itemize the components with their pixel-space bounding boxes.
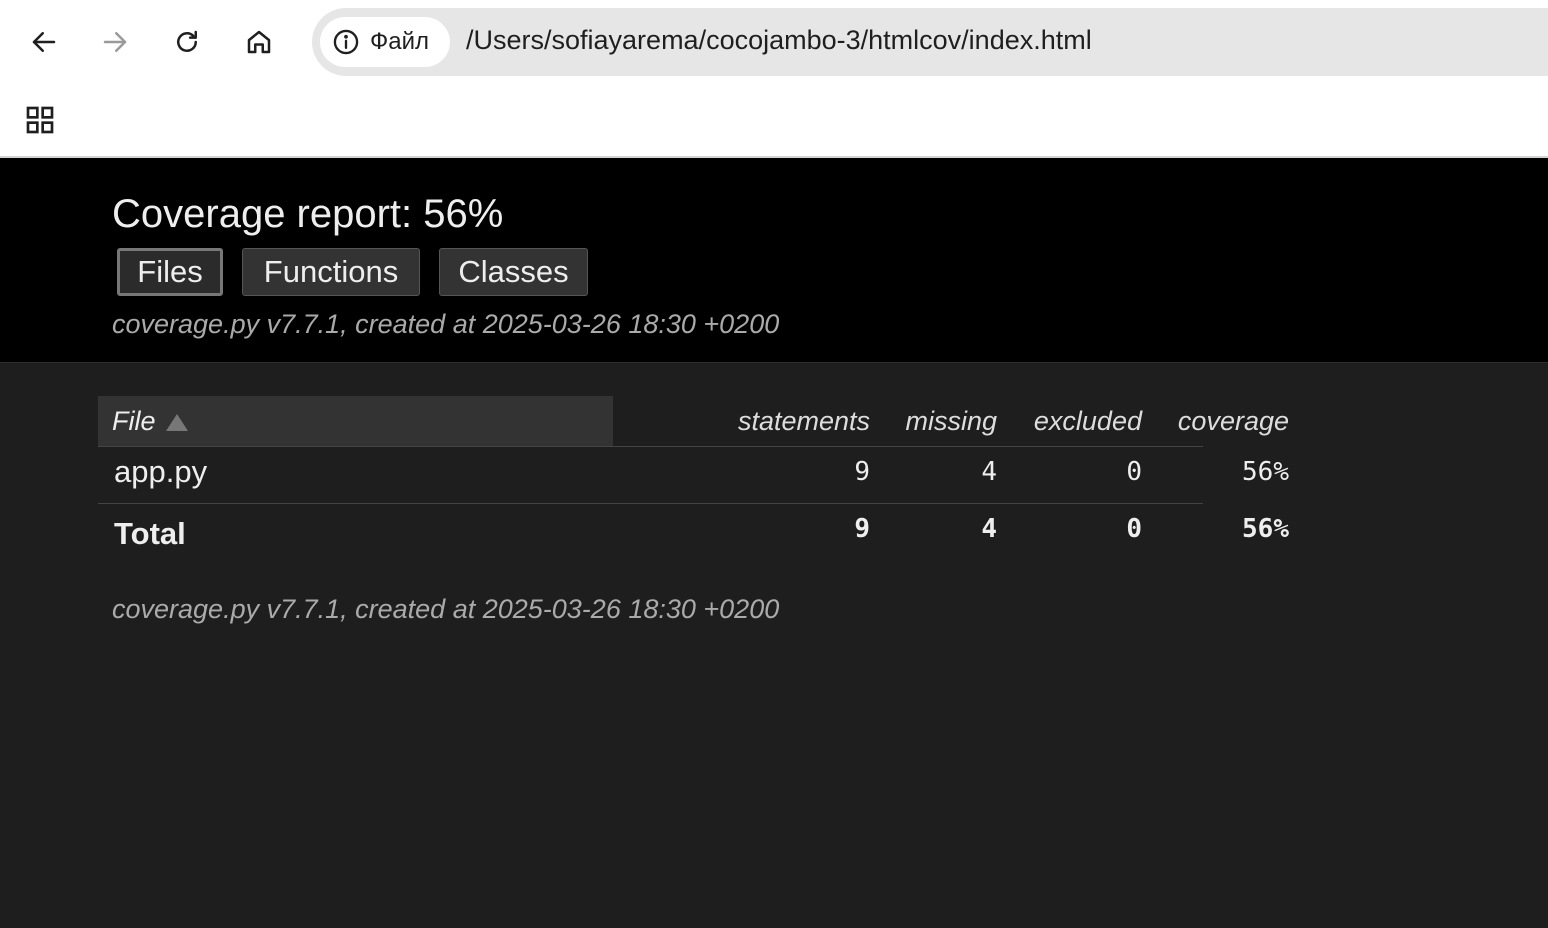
forward-icon (103, 32, 127, 52)
total-coverage-cell: 56% (1242, 514, 1289, 544)
address-bar[interactable]: Файл /Users/sofiayarema/cocojambo-3/html… (312, 8, 1548, 76)
column-header-coverage[interactable]: coverage (1142, 396, 1289, 446)
coverage-table: File statements missing excluded coverag… (98, 396, 1289, 560)
table-total-row: Total 9 4 0 56% (98, 504, 1289, 560)
total-excluded-cell: 0 (1126, 514, 1142, 544)
excluded-cell: 0 (1126, 457, 1142, 487)
header-meta-text: coverage.py v7.7.1, created at 2025-03-2… (112, 309, 780, 339)
tab-files[interactable]: Files (117, 248, 223, 296)
coverage-cell: 56% (1242, 457, 1289, 487)
home-icon (247, 30, 271, 54)
sort-ascending-icon (165, 414, 188, 431)
tab-classes[interactable]: Classes (439, 248, 588, 296)
column-header-missing[interactable]: missing (870, 396, 997, 446)
forward-button[interactable] (93, 20, 137, 64)
column-header-statements[interactable]: statements (613, 396, 870, 446)
column-header-file[interactable]: File (98, 396, 613, 446)
reload-icon (177, 30, 197, 52)
apps-button[interactable] (20, 100, 60, 140)
total-missing-cell: 4 (981, 514, 997, 544)
table-row: app.py 9 4 0 56% (98, 447, 1289, 504)
footer-meta-text: coverage.py v7.7.1, created at 2025-03-2… (112, 594, 780, 624)
statements-cell: 9 (854, 457, 870, 487)
browser-toolbar: Файл /Users/sofiayarema/cocojambo-3/html… (0, 0, 1548, 158)
back-icon (32, 32, 56, 52)
total-label: Total (114, 516, 186, 551)
report-header: Coverage report: 56% Files Functions Cla… (0, 158, 1548, 363)
total-statements-cell: 9 (854, 514, 870, 544)
page-title: Coverage report: 56% (112, 192, 504, 236)
info-icon (333, 29, 359, 55)
back-button[interactable] (22, 20, 66, 64)
column-header-file-label: File (112, 406, 156, 436)
apps-icon (26, 106, 54, 134)
tab-functions[interactable]: Functions (242, 248, 420, 296)
site-info-label: Файл (370, 28, 430, 55)
column-header-excluded[interactable]: excluded (997, 396, 1142, 446)
url-text[interactable]: /Users/sofiayarema/cocojambo-3/htmlcov/i… (466, 25, 1092, 56)
missing-cell: 4 (981, 457, 997, 487)
table-header-row: File statements missing excluded coverag… (98, 396, 1289, 447)
home-button[interactable] (237, 20, 281, 64)
site-info-chip[interactable]: Файл (320, 17, 450, 67)
file-link[interactable]: app.py (114, 447, 207, 503)
reload-button[interactable] (165, 20, 209, 64)
